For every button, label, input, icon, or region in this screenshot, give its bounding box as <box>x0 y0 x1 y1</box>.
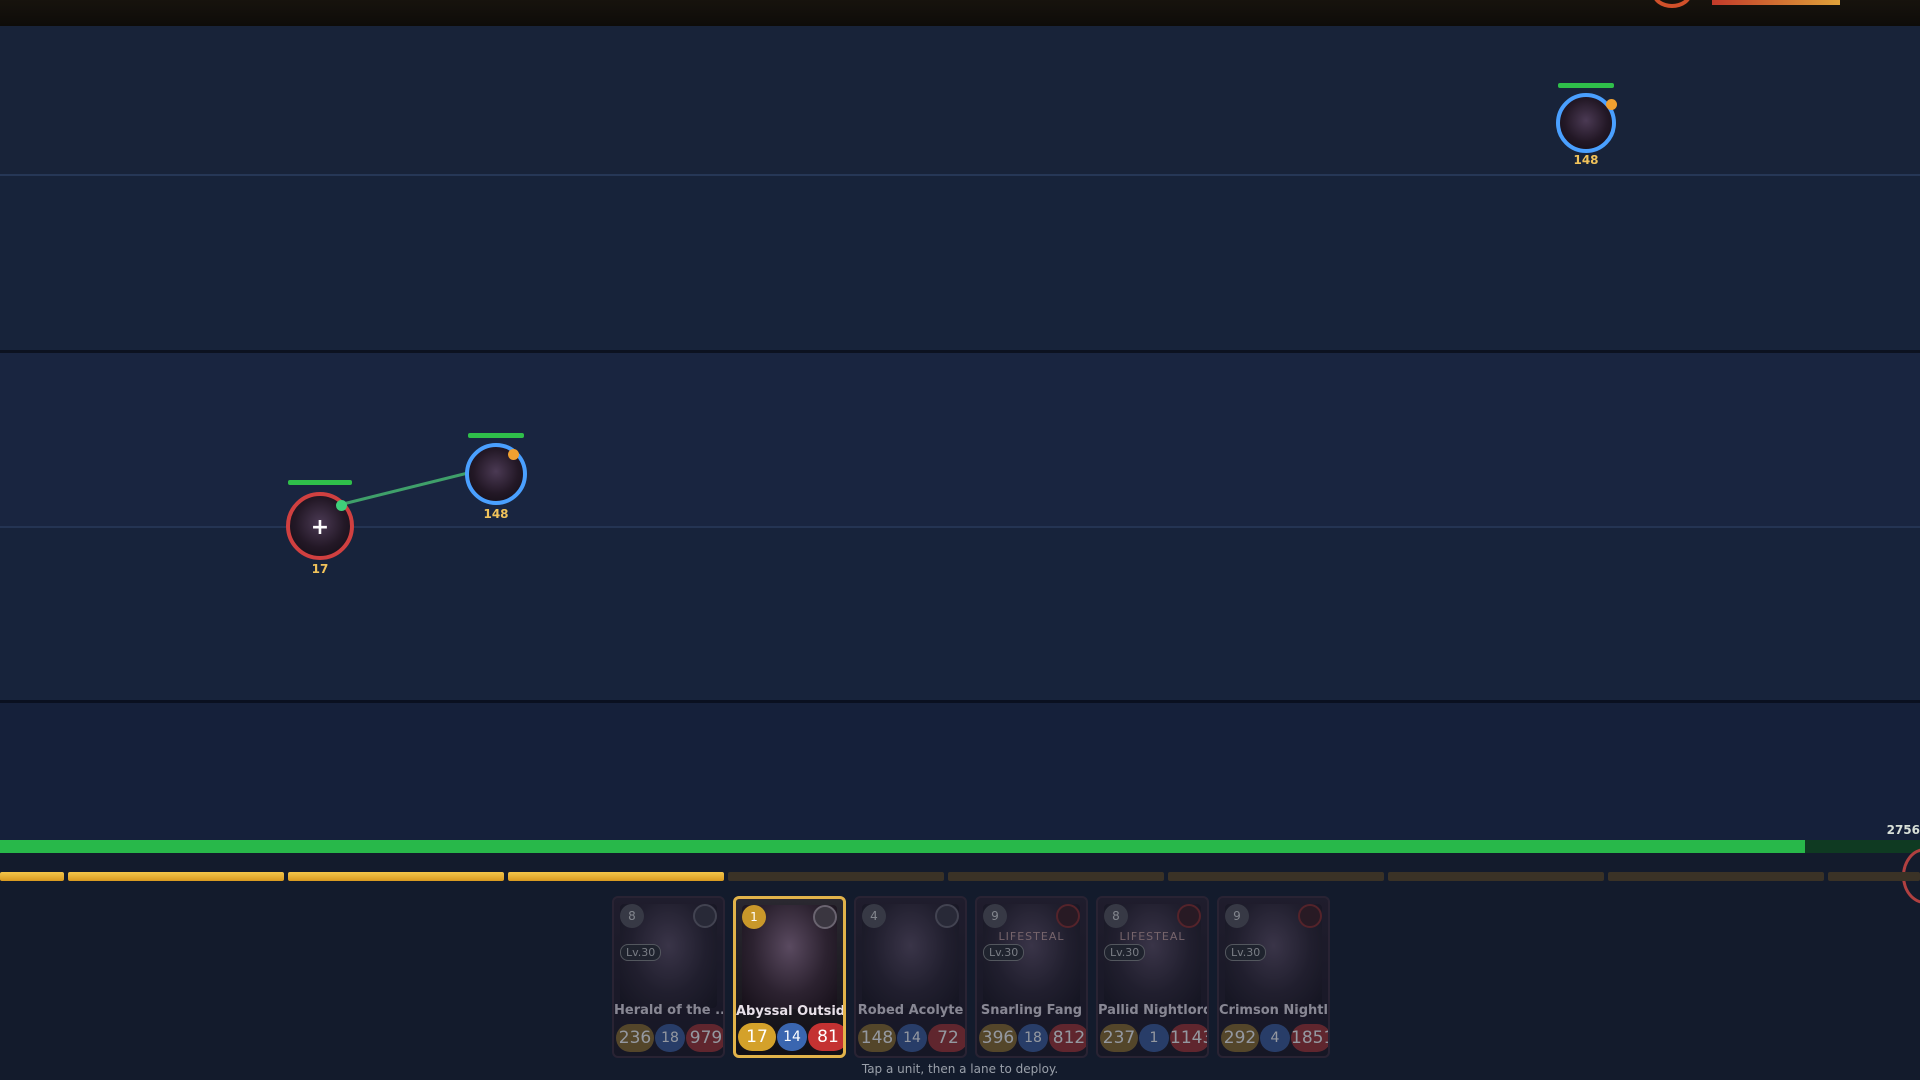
mana-segment <box>508 872 724 881</box>
sword-icon <box>813 905 837 929</box>
blood-drop-icon <box>1056 904 1080 928</box>
mana-segment <box>1388 872 1604 881</box>
card-cost: 9 <box>983 904 1007 928</box>
deploy-hint: Tap a unit, then a lane to deploy. <box>861 1062 1059 1076</box>
sword-icon <box>693 904 717 928</box>
card-attack: 292 <box>1221 1024 1259 1052</box>
mana-segment <box>948 872 1164 881</box>
status-dot-icon <box>336 500 347 511</box>
sword-icon <box>935 904 959 928</box>
card-attack: 17 <box>738 1023 776 1051</box>
card-attack: 236 <box>616 1024 654 1052</box>
mana-bar <box>0 872 1920 882</box>
card-defense: 1 <box>1139 1024 1169 1052</box>
card-stats: 396 18 812 <box>977 1024 1086 1052</box>
unit-count: 148 <box>1573 153 1599 167</box>
card-hp: 1851 <box>1291 1024 1328 1052</box>
battlefield: 148 148 + 17 <box>0 26 1920 847</box>
lane-2[interactable] <box>0 174 1920 352</box>
card-tag: LIFESTEAL <box>998 930 1065 943</box>
base-hp-fill <box>0 840 1805 853</box>
card-name: Crimson Nightl... <box>1219 1003 1328 1018</box>
card-name: Pallid Nightlord <box>1098 1003 1209 1018</box>
card-attack: 237 <box>1100 1024 1138 1052</box>
card-stats: 237 1 1143 <box>1098 1024 1207 1052</box>
card-name: Robed Acolyte <box>857 1003 964 1018</box>
status-dot-icon <box>1606 99 1617 110</box>
card-cost: 4 <box>862 904 886 928</box>
unit-hp-bar <box>288 480 352 485</box>
unit-card[interactable]: 8 LIFESTEAL Lv.30 Pallid Nightlord 237 1 1143 <box>1096 896 1209 1058</box>
mana-segment <box>288 872 504 881</box>
enemy-unit[interactable]: 148 <box>1550 81 1620 191</box>
status-dot-icon <box>508 449 519 460</box>
mana-segment <box>0 872 64 881</box>
card-tag: LIFESTEAL <box>1119 930 1186 943</box>
card-level: Lv.30 <box>620 944 662 961</box>
unit-card[interactable]: 4 Robed Acolyte 148 14 72 <box>854 896 967 1058</box>
blood-drop-icon <box>1177 904 1201 928</box>
card-defense: 18 <box>1018 1024 1048 1052</box>
card-level: Lv.30 <box>1225 944 1267 961</box>
base-hp-value: 2756 <box>1886 823 1920 837</box>
card-name: Snarling Fang <box>980 1003 1083 1018</box>
base-hp-bar <box>0 840 1920 853</box>
card-hp: 979 <box>686 1024 723 1052</box>
top-status-bar <box>0 0 1920 28</box>
card-level: Lv.30 <box>1104 944 1146 961</box>
enemy-base-hp-bar <box>1712 0 1840 5</box>
heal-plus-icon: + <box>310 515 330 540</box>
card-defense: 14 <box>777 1023 807 1051</box>
card-defense: 14 <box>897 1024 927 1052</box>
card-attack: 396 <box>979 1024 1017 1052</box>
card-stats: 292 4 1851 <box>1219 1024 1328 1052</box>
card-cost: 8 <box>620 904 644 928</box>
unit-hp-bar <box>1558 83 1614 88</box>
ally-unit[interactable]: + 17 <box>284 478 358 594</box>
card-cost: 9 <box>1225 904 1249 928</box>
card-hp: 72 <box>928 1024 965 1052</box>
mana-segment <box>1828 872 1920 881</box>
card-stats: 148 14 72 <box>856 1024 965 1052</box>
card-cost: 8 <box>1104 904 1128 928</box>
unit-hp-bar <box>468 433 524 438</box>
unit-count: 17 <box>311 562 329 576</box>
card-defense: 18 <box>655 1024 685 1052</box>
card-attack: 148 <box>858 1024 896 1052</box>
mana-segment <box>68 872 284 881</box>
unit-card[interactable]: 9 LIFESTEAL Lv.30 Snarling Fang 396 18 812 <box>975 896 1088 1058</box>
card-hp: 812 <box>1049 1024 1086 1052</box>
card-level: Lv.30 <box>983 944 1025 961</box>
card-hp: 1143 <box>1170 1024 1207 1052</box>
lane-5[interactable] <box>0 700 1920 847</box>
enemy-unit[interactable]: 148 <box>460 431 530 541</box>
card-defense: 4 <box>1260 1024 1290 1052</box>
unit-count: 148 <box>483 507 509 521</box>
card-stats: 17 14 81 <box>736 1023 843 1051</box>
blood-drop-icon <box>1298 904 1322 928</box>
unit-card[interactable]: 1 Abyssal Outsid... 171481 <box>733 896 846 1058</box>
lane-1[interactable] <box>0 26 1920 174</box>
card-cost: 1 <box>742 905 766 929</box>
card-hp: 81 <box>808 1023 843 1051</box>
card-name: Herald of the ... <box>614 1003 725 1018</box>
mana-segment <box>1608 872 1824 881</box>
mana-segment <box>1168 872 1384 881</box>
card-stats: 236 18 979 <box>614 1024 723 1052</box>
card-name: Abyssal Outsid... <box>736 1004 846 1019</box>
enemy-base-ring-icon <box>1652 0 1692 8</box>
unit-card[interactable]: 9 Lv.30 Crimson Nightl... 29241851 <box>1217 896 1330 1058</box>
mana-segment <box>728 872 944 881</box>
unit-card[interactable]: 8 Lv.30 Herald of the ... 236 18 979 <box>612 896 725 1058</box>
